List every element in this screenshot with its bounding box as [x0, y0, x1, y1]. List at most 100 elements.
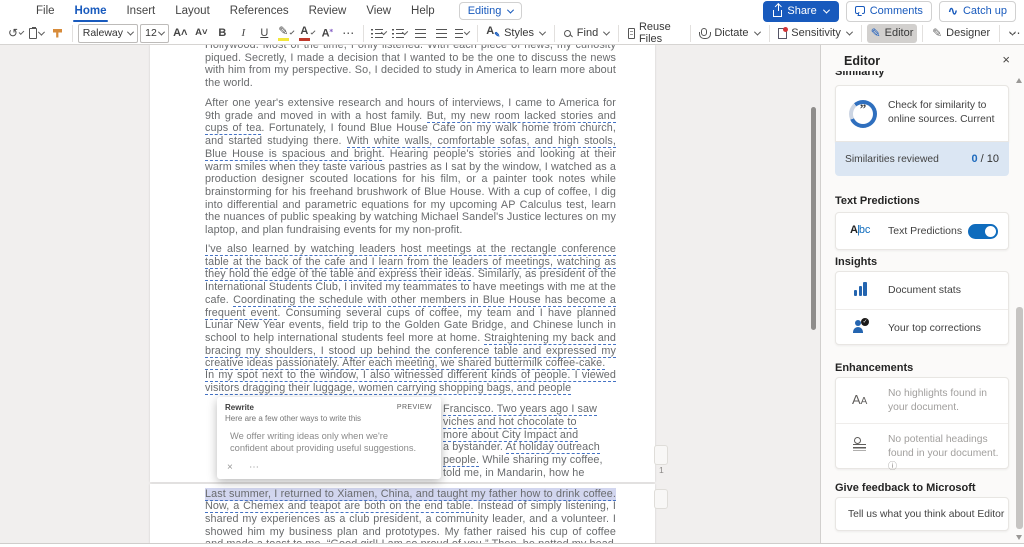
margin-marker-top[interactable]: [654, 445, 668, 465]
shrink-font-button[interactable]: A˅: [192, 24, 211, 43]
text-predictions-toggle[interactable]: [968, 224, 998, 239]
headings-item[interactable]: No potential headings found in your docu…: [836, 423, 1008, 468]
font-size-combobox[interactable]: 12: [140, 24, 169, 43]
highlights-item[interactable]: AA No highlights found in your document.: [836, 378, 1008, 423]
close-icon[interactable]: ×: [1002, 52, 1010, 67]
grow-font-button[interactable]: A˄: [171, 24, 190, 43]
editor-pen-icon: ✎: [871, 27, 881, 39]
bullet-list-button[interactable]: [369, 24, 388, 43]
designer-button[interactable]: ✎ Designer: [928, 24, 994, 43]
bold-button[interactable]: B: [213, 24, 232, 43]
italic-button[interactable]: I: [234, 24, 253, 43]
divider: [861, 25, 862, 42]
document-paragraph[interactable]: I've also learned by watching leaders ho…: [205, 243, 616, 370]
format-painter-icon: [53, 29, 62, 38]
document-line-fragment[interactable]: a bystander. At holiday outreach: [443, 441, 615, 454]
increase-indent-icon: [436, 29, 447, 38]
share-button[interactable]: Share: [763, 1, 838, 22]
margin-marker-bottom[interactable]: [654, 489, 668, 509]
underline-button[interactable]: U: [255, 24, 274, 43]
editing-mode-label: Editing: [468, 5, 502, 17]
styles-button[interactable]: A✎ Styles: [482, 24, 549, 43]
dictate-button[interactable]: Dictate: [695, 24, 763, 43]
styles-label: Styles: [504, 27, 534, 39]
font-name-combobox[interactable]: Raleway: [78, 24, 138, 43]
document-paragraph[interactable]: In my spot next to the window, I also wi…: [205, 369, 616, 396]
bar-chart-icon: [854, 282, 867, 296]
format-painter-button[interactable]: [48, 24, 67, 43]
text-predictions-section-label: Text Predictions: [835, 195, 920, 207]
numbered-list-button[interactable]: [390, 24, 409, 43]
document-line-fragment[interactable]: people. While sharing my coffee,: [443, 454, 615, 467]
sensitivity-icon: [778, 28, 787, 39]
document-page-2[interactable]: Last summer, I returned to Xiamen, China…: [150, 484, 655, 544]
divider: [477, 25, 478, 42]
catch-up-button[interactable]: ∿ Catch up: [939, 1, 1016, 22]
word-window: File Home Insert Layout References Revie…: [0, 0, 1024, 547]
document-text-run: viches and hot chocolate to: [443, 416, 577, 429]
tab-home[interactable]: Home: [65, 2, 117, 20]
sensitivity-button[interactable]: Sensitivity: [774, 24, 856, 43]
tab-insert[interactable]: Insert: [116, 2, 165, 20]
undo-button[interactable]: ↺: [6, 24, 25, 43]
undo-icon: ↺: [8, 27, 18, 39]
find-button[interactable]: Find: [560, 24, 613, 43]
similarities-reviewed-row[interactable]: Similarities reviewed 0 / 10: [835, 142, 1009, 176]
rewrite-popup-message: We offer writing ideas only when we're c…: [230, 430, 425, 454]
similarity-progress-ring: ”: [849, 100, 877, 128]
tab-file[interactable]: File: [26, 2, 65, 20]
document-paragraph[interactable]: Hollywood. Most of the time, I only list…: [205, 45, 616, 90]
insights-section-label: Insights: [835, 256, 877, 268]
text-effects-icon: A⁎: [322, 27, 333, 40]
decrease-indent-icon: [415, 29, 426, 38]
document-text-run: Last summer, I returned to Xiamen, China…: [205, 488, 616, 501]
close-icon[interactable]: ×: [227, 463, 233, 473]
top-corrections-item[interactable]: ✓ Your top corrections: [836, 309, 1008, 346]
tab-layout[interactable]: Layout: [165, 2, 220, 20]
document-line-fragment[interactable]: viches and hot chocolate to: [443, 416, 615, 429]
document-line-fragment[interactable]: more about City Impact and: [443, 429, 615, 442]
alignment-button[interactable]: [453, 24, 472, 43]
tab-review[interactable]: Review: [299, 2, 357, 20]
document-text-run: Francisco. Two years ago I saw: [443, 403, 597, 416]
panel-scrollbar-thumb[interactable]: [1016, 307, 1023, 529]
text-size-icon: AA: [852, 391, 867, 409]
font-color-button[interactable]: A: [297, 24, 316, 43]
text-predictions-card: A|bc Text Predictions: [835, 212, 1009, 250]
font-color-icon: A: [299, 26, 310, 41]
text-effects-button[interactable]: A⁎: [318, 24, 337, 43]
tab-references[interactable]: References: [220, 2, 299, 20]
document-line-fragment[interactable]: told me, in Mandarin, how he: [443, 467, 615, 480]
styles-icon: A✎: [486, 26, 500, 39]
comments-button[interactable]: Comments: [846, 1, 932, 22]
info-icon[interactable]: ⓘ: [888, 461, 897, 471]
document-paragraph[interactable]: Last summer, I returned to Xiamen, China…: [205, 488, 616, 544]
more-font-options-button[interactable]: ⋯: [339, 24, 358, 43]
editor-pane: Editor × Similarity ” Check for similari…: [820, 45, 1024, 547]
editing-mode-dropdown[interactable]: Editing: [459, 2, 523, 20]
designer-label: Designer: [946, 27, 990, 39]
document-paragraph[interactable]: After one year's extensive research and …: [205, 97, 616, 237]
similarity-check-card[interactable]: ” Check for similarity to online sources…: [835, 85, 1009, 142]
document-scrollbar-thumb[interactable]: [811, 107, 816, 330]
decrease-indent-button[interactable]: [411, 24, 430, 43]
feedback-button[interactable]: Tell us what you think about Editor: [835, 497, 1009, 531]
panel-scroll-up-arrow[interactable]: [1016, 78, 1022, 83]
panel-scroll-down-arrow[interactable]: [1016, 535, 1022, 540]
paste-button[interactable]: [27, 24, 46, 43]
tab-help[interactable]: Help: [401, 2, 445, 20]
editor-button[interactable]: ✎ Editor: [867, 24, 918, 43]
tab-view[interactable]: View: [356, 2, 401, 20]
document-text-run: told me, in Mandarin, how he: [443, 467, 584, 479]
document-stats-item[interactable]: Document stats: [836, 272, 1008, 309]
highlight-color-button[interactable]: ✎: [276, 24, 295, 43]
document-canvas[interactable]: Hollywood. Most of the time, I only list…: [0, 45, 820, 543]
more-options-icon[interactable]: ⋯: [249, 463, 259, 473]
bold-icon: B: [218, 27, 226, 39]
text-predictions-label: Text Predictions: [888, 225, 962, 237]
enhancements-card-group: AA No highlights found in your document.…: [835, 377, 1009, 469]
increase-indent-button[interactable]: [432, 24, 451, 43]
document-line-fragment[interactable]: Francisco. Two years ago I saw: [443, 403, 615, 416]
reuse-files-button[interactable]: Reuse Files: [624, 24, 685, 43]
editor-label: Editor: [885, 27, 914, 39]
